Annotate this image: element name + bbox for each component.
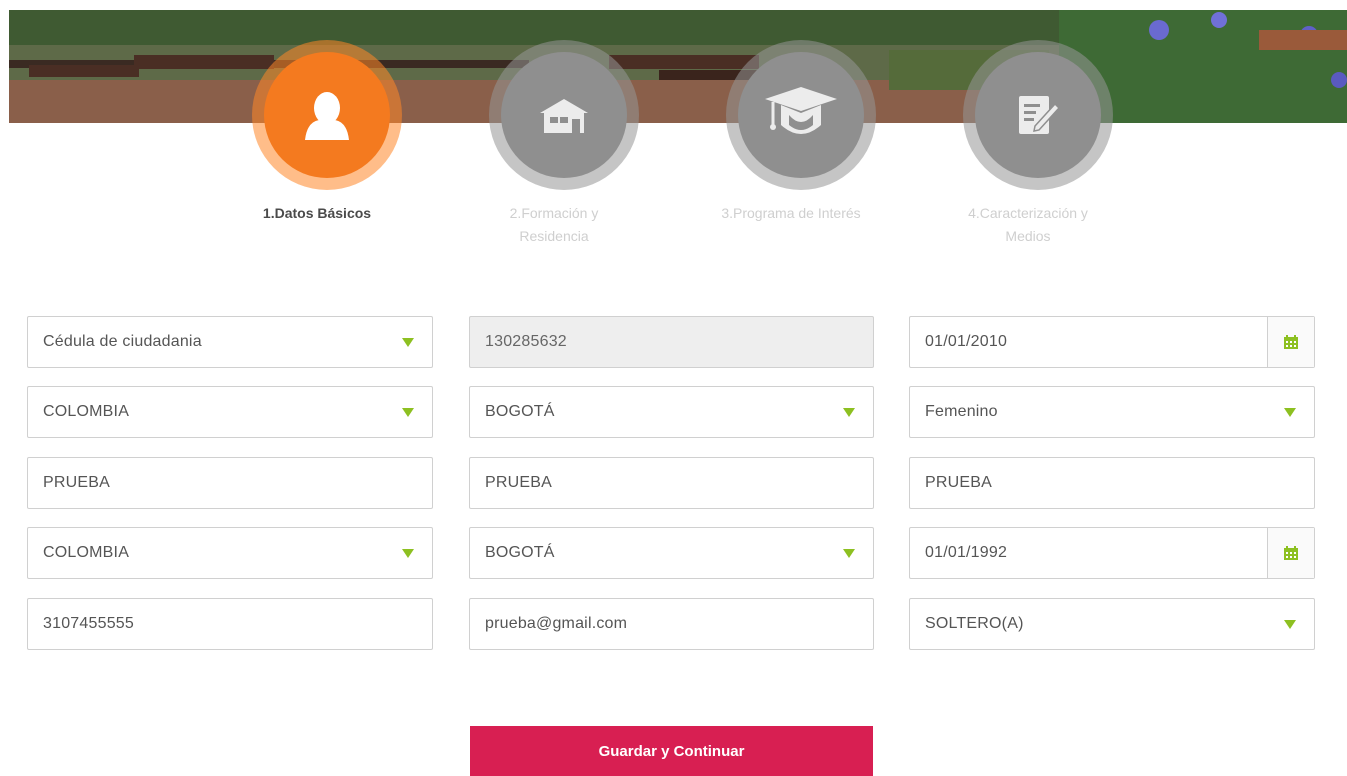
- step-caracterizacion-medios[interactable]: [963, 40, 1113, 190]
- numero-documento-input[interactable]: 130285632: [469, 316, 874, 368]
- tipo-documento-value: Cédula de ciudadania: [43, 333, 202, 350]
- estado-civil-select[interactable]: SOLTERO(A): [909, 598, 1315, 650]
- nombre2-input[interactable]: PRUEBA: [469, 457, 874, 509]
- graduation-cap-icon: [765, 87, 837, 134]
- dropdown-caret-icon: [1284, 408, 1296, 417]
- ciudad-expedicion-select[interactable]: BOGOTÁ: [469, 386, 874, 438]
- calendar-button[interactable]: [1267, 528, 1314, 578]
- step-programa-interes[interactable]: [726, 40, 876, 190]
- apellido-input[interactable]: PRUEBA: [909, 457, 1315, 509]
- telefono-value: 3107455555: [43, 615, 134, 632]
- calendar-icon: [1284, 546, 1298, 560]
- pais-expedicion-value: COLOMBIA: [43, 403, 130, 420]
- nombre1-input[interactable]: PRUEBA: [27, 457, 433, 509]
- email-value: prueba@gmail.com: [485, 615, 628, 632]
- fecha-expedicion-input[interactable]: 01/01/2010: [909, 316, 1315, 368]
- fecha-nacimiento-value: 01/01/1992: [925, 544, 1008, 561]
- pais-nacimiento-value: COLOMBIA: [43, 544, 130, 561]
- edit-document-icon: [1019, 96, 1061, 134]
- fecha-nacimiento-input[interactable]: 01/01/1992: [909, 527, 1315, 579]
- dropdown-caret-icon: [1284, 620, 1296, 629]
- apellido-value: PRUEBA: [925, 474, 992, 491]
- fecha-expedicion-value: 01/01/2010: [925, 333, 1008, 350]
- email-input[interactable]: prueba@gmail.com: [469, 598, 874, 650]
- tipo-documento-select[interactable]: Cédula de ciudadania: [27, 316, 433, 368]
- dropdown-caret-icon: [402, 338, 414, 347]
- step-label-1: 1.Datos Básicos: [262, 205, 372, 221]
- user-icon: [305, 92, 349, 140]
- step-datos-basicos[interactable]: [252, 40, 402, 190]
- step-label-3: 3.Programa de Interés: [721, 205, 861, 221]
- genero-select[interactable]: Femenino: [909, 386, 1315, 438]
- nombre2-value: PRUEBA: [485, 474, 552, 491]
- calendar-button[interactable]: [1267, 317, 1314, 367]
- calendar-icon: [1284, 335, 1298, 349]
- guardar-continuar-button[interactable]: Guardar y Continuar: [470, 726, 873, 776]
- ciudad-nacimiento-select[interactable]: BOGOTÁ: [469, 527, 874, 579]
- pais-nacimiento-select[interactable]: COLOMBIA: [27, 527, 433, 579]
- genero-value: Femenino: [925, 403, 998, 420]
- pais-expedicion-select[interactable]: COLOMBIA: [27, 386, 433, 438]
- ciudad-expedicion-value: BOGOTÁ: [485, 403, 555, 420]
- step-label-2: 2.Formación y Residencia: [509, 205, 599, 244]
- nombre1-value: PRUEBA: [43, 474, 110, 491]
- telefono-input[interactable]: 3107455555: [27, 598, 433, 650]
- dropdown-caret-icon: [402, 408, 414, 417]
- numero-documento-value: 130285632: [485, 333, 567, 350]
- step-label-4: 4.Caracterización y Medios: [968, 205, 1088, 244]
- dropdown-caret-icon: [402, 549, 414, 558]
- dropdown-caret-icon: [843, 549, 855, 558]
- estado-civil-value: SOLTERO(A): [925, 615, 1024, 632]
- step-formacion-residencia[interactable]: [489, 40, 639, 190]
- house-icon: [540, 99, 588, 133]
- header-banner-image: [9, 10, 1347, 123]
- ciudad-nacimiento-value: BOGOTÁ: [485, 544, 555, 561]
- dropdown-caret-icon: [843, 408, 855, 417]
